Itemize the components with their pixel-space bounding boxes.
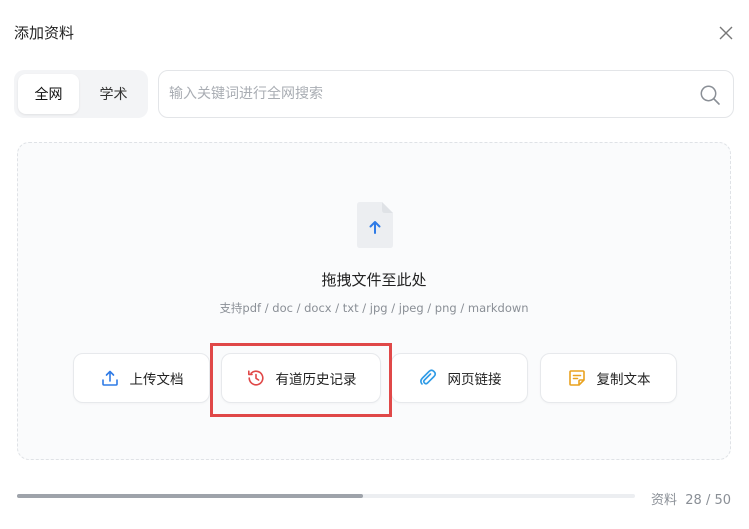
copy-text-button[interactable]: 复制文本	[540, 353, 677, 403]
source-tabs: 全网 学术	[14, 70, 148, 118]
upload-document-button[interactable]: 上传文档	[73, 353, 210, 403]
supported-formats: 支持pdf / doc / docx / txt / jpg / jpeg / …	[219, 301, 529, 315]
upload-document-label: 上传文档	[129, 372, 184, 388]
search-input[interactable]	[169, 71, 689, 117]
search-icon[interactable]	[699, 84, 721, 106]
file-upload-icon	[357, 202, 393, 248]
history-icon	[247, 370, 264, 386]
quota-progress-fill	[17, 494, 364, 498]
tab-web[interactable]: 全网	[18, 74, 79, 114]
tab-academic[interactable]: 学术	[83, 74, 144, 114]
youdao-history-button[interactable]: 有道历史记录	[221, 353, 381, 403]
copy-text-label: 复制文本	[596, 372, 651, 388]
dialog-title: 添加资料	[14, 24, 75, 42]
note-icon	[568, 370, 585, 386]
search-box	[158, 70, 734, 118]
quota-progress-bar	[17, 494, 635, 498]
close-icon[interactable]	[716, 23, 736, 43]
web-link-button[interactable]: 网页链接	[391, 353, 528, 403]
quota-count: 资料 28 / 50	[651, 489, 731, 508]
drop-zone[interactable]: 拖拽文件至此处 支持pdf / doc / docx / txt / jpg /…	[17, 142, 731, 460]
upload-icon	[101, 370, 118, 386]
quota-value: 28 / 50	[685, 493, 731, 508]
web-link-label: 网页链接	[447, 372, 502, 388]
youdao-history-label: 有道历史记录	[275, 372, 357, 388]
drop-zone-title: 拖拽文件至此处	[321, 271, 427, 289]
quota-label: 资料	[650, 493, 677, 508]
link-icon	[419, 369, 436, 385]
